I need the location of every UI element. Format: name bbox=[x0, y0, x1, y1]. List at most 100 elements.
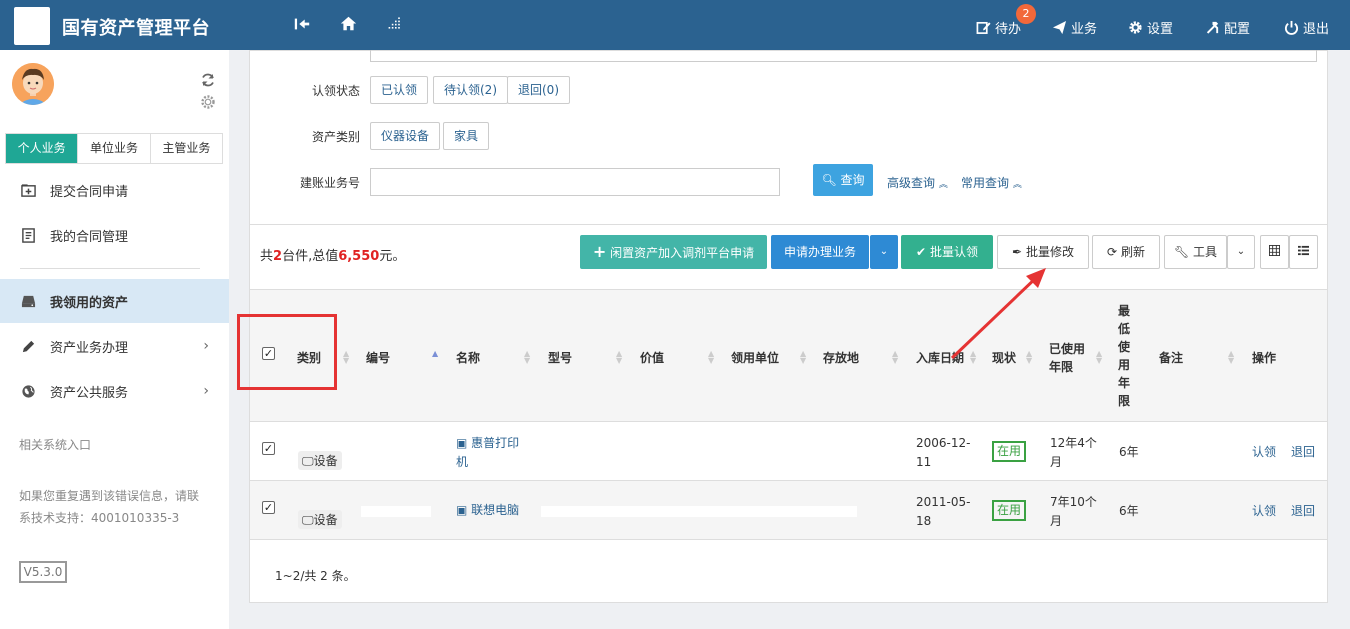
settings-nav[interactable]: 设置 bbox=[1128, 17, 1173, 37]
asset-name-link[interactable]: ▣ 联想电脑 bbox=[456, 501, 519, 520]
common-query-link[interactable]: 常用查询 ︽ bbox=[961, 174, 1022, 191]
sidebar-item-public-service[interactable]: 资产公共服务 › bbox=[0, 369, 229, 413]
remark-textarea[interactable] bbox=[370, 50, 1317, 62]
help-text-line1: 如果您重复遇到该错误信息，请联 bbox=[19, 489, 200, 503]
business-nav[interactable]: 业务 bbox=[1052, 17, 1097, 37]
logout-nav[interactable]: 退出 bbox=[1284, 17, 1329, 37]
advanced-query-label: 高级查询 bbox=[887, 176, 936, 190]
wrench-icon: 🔧︎ bbox=[1173, 245, 1190, 259]
sort-icon[interactable]: ▲ ▼ bbox=[1096, 350, 1102, 365]
refresh-label: 刷新 bbox=[1120, 245, 1145, 259]
tools-button[interactable]: 🔧︎ 工具 bbox=[1164, 235, 1227, 269]
header-number[interactable]: 编号 bbox=[366, 349, 390, 366]
todo-nav[interactable]: 待办 bbox=[976, 17, 1021, 37]
sort-icon[interactable]: ▲ ▼ bbox=[892, 350, 898, 365]
summary-mid: 台件,总值 bbox=[282, 249, 339, 264]
search-icon: 🔍︎ bbox=[821, 173, 837, 187]
asset-type-equipment[interactable]: 仪器设备 bbox=[370, 122, 441, 150]
chevron-down-icon: ⌄ bbox=[879, 246, 889, 257]
sidebar-item-my-assets[interactable]: 我领用的资产 bbox=[0, 279, 229, 323]
tab-unit[interactable]: 单位业务 bbox=[78, 134, 151, 163]
category-text: 设备 bbox=[313, 513, 338, 527]
main-panel: 认领状态 已认领 待认领(2) 退回(0) 资产类别 仪器设备 家具 建账业务号… bbox=[249, 50, 1328, 603]
header-name[interactable]: 名称 bbox=[456, 349, 480, 366]
apply-business-button[interactable]: 申请办理业务 bbox=[771, 235, 869, 269]
header-location[interactable]: 存放地 bbox=[823, 349, 859, 366]
header-ops: 操作 bbox=[1252, 351, 1277, 365]
table-row: ✓ 🖵设备 ▣ 惠普打印机 2006-12- 11 在用 12年4个月 6年 认领… bbox=[250, 422, 1327, 481]
signal-icon[interactable] bbox=[385, 15, 405, 35]
list-icon bbox=[1298, 245, 1309, 259]
entry-date-line2: 18 bbox=[916, 514, 932, 528]
grid-view-button[interactable] bbox=[1260, 235, 1289, 269]
sort-asc-icon[interactable]: ▲ bbox=[432, 350, 438, 358]
claim-status-pending[interactable]: 待认领(2) bbox=[433, 76, 508, 104]
sort-icon[interactable]: ▲ ▼ bbox=[524, 350, 530, 365]
collapse-sidebar-icon[interactable] bbox=[292, 15, 312, 35]
config-nav[interactable]: 配置 bbox=[1205, 17, 1250, 37]
settings-gear-icon[interactable] bbox=[200, 94, 216, 114]
sidebar-item-my-contract[interactable]: 我的合同管理 bbox=[0, 213, 229, 257]
tools-dropdown[interactable]: ⌄ bbox=[1227, 235, 1255, 269]
asset-type-label: 资产类别 bbox=[311, 130, 360, 144]
app-title: 国有资产管理平台 bbox=[62, 18, 210, 39]
sort-icon[interactable]: ▲ ▼ bbox=[616, 350, 622, 365]
asset-type-furniture[interactable]: 家具 bbox=[443, 122, 490, 150]
asset-name-line1: 惠普打印 bbox=[471, 436, 520, 450]
sidebar-divider bbox=[20, 268, 200, 269]
form-divider bbox=[250, 224, 1327, 225]
refresh-icon[interactable] bbox=[200, 72, 216, 92]
sidebar-item-submit-contract[interactable]: 提交合同申请 bbox=[0, 168, 229, 212]
version-badge: V5.3.0 bbox=[19, 561, 67, 583]
header-remark[interactable]: 备注 bbox=[1159, 349, 1183, 366]
pencil-icon bbox=[19, 337, 37, 355]
query-button[interactable]: 🔍︎ 查询 bbox=[813, 164, 873, 196]
sidebar-item-label: 我的合同管理 bbox=[50, 229, 129, 245]
sort-icon[interactable]: ▲ ▼ bbox=[800, 350, 806, 365]
claim-status-label: 认领状态 bbox=[311, 84, 360, 98]
status-badge: 在用 bbox=[992, 500, 1027, 521]
idle-assets-label: 闲置资产加入调剂平台申请 bbox=[610, 246, 755, 260]
row-checkbox[interactable]: ✓ bbox=[262, 442, 275, 455]
sort-icon[interactable]: ▲ ▼ bbox=[708, 350, 714, 365]
tools-label: 工具 bbox=[1193, 245, 1218, 259]
claim-link[interactable]: 认领 bbox=[1252, 443, 1276, 462]
header-unit[interactable]: 领用单位 bbox=[731, 349, 779, 366]
apply-business-dropdown[interactable]: ⌄ bbox=[870, 235, 898, 269]
sort-icon[interactable]: ▲ ▼ bbox=[1228, 350, 1234, 365]
avatar[interactable] bbox=[12, 63, 54, 105]
batch-claim-label: 批量认领 bbox=[929, 245, 978, 259]
tab-supervisor[interactable]: 主管业务 bbox=[151, 134, 222, 163]
table-header: ✓ 类别 ▲ ▼ 编号 ▲ 名称 ▲ ▼ 型号 ▲ ▼ 价值 ▲ ▼ 领用单位 ▲ ▼ 存… bbox=[250, 289, 1327, 422]
claim-status-claimed[interactable]: 已认领 bbox=[370, 76, 429, 104]
entry-date-line1: 2011-05- bbox=[916, 495, 971, 509]
return-link[interactable]: 退回 bbox=[1291, 443, 1315, 462]
sidebar-item-asset-business[interactable]: 资产业务办理 › bbox=[0, 324, 229, 368]
help-text-line2: 系技术支持：4001010335-3 bbox=[19, 511, 180, 525]
document-icon bbox=[19, 226, 37, 244]
home-icon[interactable] bbox=[338, 15, 358, 35]
claim-status-returned[interactable]: 退回(0) bbox=[507, 76, 570, 104]
advanced-query-link[interactable]: 高级查询 ︽ bbox=[887, 174, 948, 191]
check-icon: ✔ bbox=[916, 245, 927, 259]
used-years-line1: 12年4个 bbox=[1050, 436, 1097, 450]
header-model[interactable]: 型号 bbox=[548, 349, 572, 366]
power-icon bbox=[1284, 20, 1299, 35]
idle-assets-button[interactable]: + 闲置资产加入调剂平台申请 bbox=[580, 235, 767, 269]
header-value[interactable]: 价值 bbox=[640, 349, 664, 366]
sidebar-item-label: 资产公共服务 bbox=[50, 385, 129, 401]
claim-link[interactable]: 认领 bbox=[1252, 502, 1276, 521]
category-tag: 🖵设备 bbox=[298, 451, 342, 470]
refresh-button[interactable]: ⟳ 刷新 bbox=[1092, 235, 1160, 269]
list-view-button[interactable] bbox=[1289, 235, 1318, 269]
sort-icon[interactable]: ▲ ▼ bbox=[343, 350, 349, 365]
account-no-input[interactable] bbox=[370, 168, 780, 196]
related-systems-label: 相关系统入口 bbox=[19, 438, 92, 452]
asset-name-link[interactable]: ▣ 惠普打印机 bbox=[456, 434, 519, 472]
min-years: 6年 bbox=[1119, 445, 1139, 459]
row-checkbox[interactable]: ✓ bbox=[262, 501, 275, 514]
tab-personal[interactable]: 个人业务 bbox=[6, 134, 79, 163]
business-tabs: 个人业务 单位业务 主管业务 bbox=[5, 133, 223, 164]
return-link[interactable]: 退回 bbox=[1291, 502, 1315, 521]
header-min-years[interactable]: 最低使用年限 bbox=[1118, 302, 1132, 410]
